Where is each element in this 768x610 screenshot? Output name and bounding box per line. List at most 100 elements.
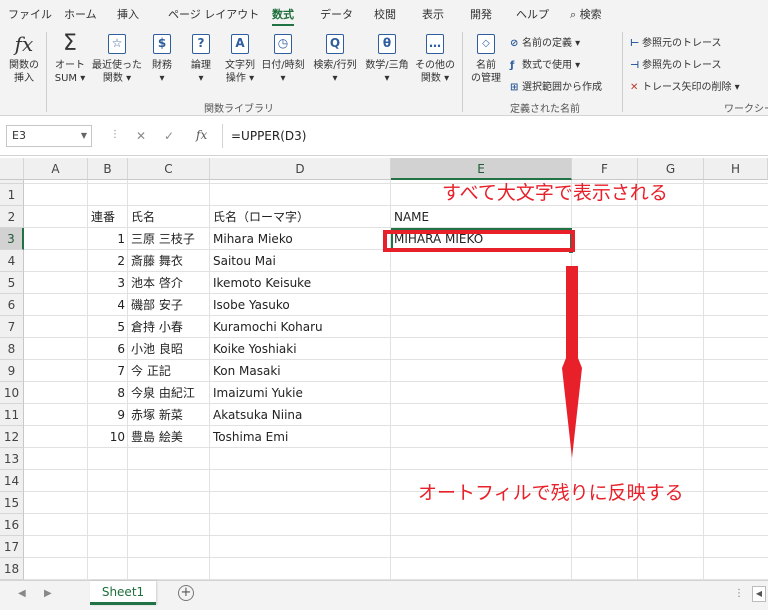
financial-icon-glyph: $	[153, 34, 171, 54]
ribbon-separator	[462, 32, 463, 112]
use-in-formula-label: 数式で使用 ▾	[522, 60, 581, 71]
search-label: 検索	[579, 8, 602, 21]
clock-icon: ◷	[271, 32, 295, 56]
down-arrow-annotation	[562, 266, 582, 458]
menu-bar: ファイル ホーム 挿入 ページ レイアウト 数式 データ 校閲 表示 開発 ヘル…	[0, 0, 768, 27]
enter-icon[interactable]: ✓	[164, 129, 174, 143]
sigma-icon: Σ	[63, 31, 77, 56]
trace-precedents-button[interactable]: ⊢ 参照元のトレース	[630, 34, 722, 49]
date-time-button[interactable]: ◷ 日付/時刻 ▾	[259, 32, 307, 85]
sheet-tab-bar: ◀ ▶ Sheet1 + ⋮ ◀	[0, 580, 768, 610]
insert-function-icon[interactable]: fx	[196, 128, 207, 142]
define-name-label: 名前の定義 ▾	[522, 38, 581, 49]
math-icon: θ	[375, 32, 399, 56]
formula-input[interactable]: =UPPER(D3)	[222, 124, 768, 148]
lookup-label-2: ▾	[332, 73, 338, 84]
name-manager-icon: ◇	[474, 32, 498, 56]
down-arrow-shape	[562, 266, 582, 458]
define-name-icon: ⊘	[510, 38, 519, 49]
more-functions-button[interactable]: … その他の 関数 ▾	[414, 32, 456, 85]
text-icon: A	[228, 32, 252, 56]
menu-file[interactable]: ファイル	[8, 6, 52, 22]
menu-insert[interactable]: 挿入	[117, 6, 139, 22]
menu-home[interactable]: ホーム	[64, 6, 97, 22]
add-sheet-icon[interactable]: +	[178, 585, 194, 601]
formula-auditing-group-label: ワークシー	[724, 104, 768, 115]
trace-dependents-icon: ⊣	[630, 60, 640, 71]
name-manager-button[interactable]: ◇ 名前 の管理	[468, 32, 504, 85]
fx-icon: fx	[14, 32, 34, 56]
lookup-reference-button[interactable]: Q 検索/行列 ▾	[310, 32, 360, 85]
chevron-down-icon[interactable]: ▼	[81, 126, 87, 146]
create-from-selection-button[interactable]: ⊞ 選択範囲から作成	[510, 78, 602, 93]
scroll-right-icon[interactable]: ▶	[44, 588, 52, 599]
trace-dependents-label: 参照先のトレース	[642, 60, 722, 71]
remove-arrows-button[interactable]: ✕ トレース矢印の削除 ▾	[630, 78, 740, 93]
trace-precedents-icon: ⊢	[630, 38, 640, 49]
ribbon: fx 関数の 挿入 Σ オート SUM ▾ ☆ 最近使った 関数 ▾ $ 財務 …	[0, 26, 768, 116]
logical-icon: ?	[189, 32, 213, 56]
name-box-value: E3	[12, 129, 26, 142]
math-trig-label-2: ▾	[384, 73, 390, 84]
annotation-uppercase: すべて大文字で表示される	[442, 182, 668, 204]
date-time-label-1: 日付/時刻	[261, 60, 305, 71]
horizontal-scroll-left-icon[interactable]: ◀	[752, 586, 766, 602]
ribbon-separator	[46, 32, 47, 112]
financial-label-1: 財務	[152, 60, 172, 71]
menu-data[interactable]: データ	[320, 6, 353, 22]
formula-bar: E3 ▼ ⋮ ✕ ✓ fx =UPPER(D3)	[0, 116, 768, 156]
name-manager-label-2: の管理	[471, 73, 501, 84]
logical-label-2: ▾	[198, 73, 204, 84]
name-box[interactable]: E3 ▼	[6, 125, 92, 147]
tab-scroll-menu-icon[interactable]: ⋮	[734, 588, 744, 599]
define-name-button[interactable]: ⊘ 名前の定義 ▾	[510, 34, 580, 49]
recently-used-label-2: 関数 ▾	[102, 73, 132, 84]
lookup-icon-glyph: Q	[326, 34, 344, 54]
use-in-formula-icon: ƒ	[510, 60, 515, 71]
logical-icon-glyph: ?	[192, 34, 210, 54]
menu-help[interactable]: ヘルプ	[516, 6, 549, 22]
financial-button[interactable]: $ 財務 ▾	[147, 32, 177, 85]
math-trig-label-1: 数学/三角	[365, 60, 409, 71]
function-library-group-label: 関数ライブラリ	[204, 104, 274, 115]
name-manager-label-1: 名前	[476, 60, 496, 71]
cancel-icon[interactable]: ✕	[136, 129, 146, 143]
create-from-selection-icon: ⊞	[510, 82, 519, 93]
more-options-icon: ⋮	[110, 129, 120, 140]
insert-function-label-1: 関数の	[9, 60, 39, 71]
trace-dependents-button[interactable]: ⊣ 参照先のトレース	[630, 56, 722, 71]
defined-names-group-label: 定義された名前	[510, 104, 580, 115]
insert-function-label-2: 挿入	[14, 73, 34, 84]
insert-function-button[interactable]: fx 関数の 挿入	[6, 32, 42, 85]
scroll-left-icon[interactable]: ◀	[18, 588, 26, 599]
autosum-label-1: オート	[55, 60, 85, 71]
text-functions-label-2: 操作 ▾	[225, 73, 255, 84]
search-box[interactable]: ⌕ 検索	[570, 6, 602, 22]
recently-used-label-1: 最近使った	[92, 60, 142, 71]
sheet-tab[interactable]: Sheet1	[90, 581, 156, 605]
math-trig-button[interactable]: θ 数学/三角 ▾	[362, 32, 412, 85]
menu-page-layout[interactable]: ページ レイアウト	[168, 6, 259, 22]
menu-view[interactable]: 表示	[422, 6, 444, 22]
logical-button[interactable]: ? 論理 ▾	[186, 32, 216, 85]
recently-used-button[interactable]: ☆ 最近使った 関数 ▾	[90, 32, 144, 85]
autosum-button[interactable]: Σ オート SUM ▾	[52, 32, 88, 85]
clock-icon-glyph: ◷	[274, 34, 292, 54]
math-icon-glyph: θ	[378, 34, 396, 54]
menu-review[interactable]: 校閲	[374, 6, 396, 22]
remove-arrows-icon: ✕	[630, 82, 639, 93]
menu-formulas[interactable]: 数式	[272, 6, 294, 27]
menu-developer[interactable]: 開発	[470, 6, 492, 22]
trace-precedents-label: 参照元のトレース	[642, 38, 722, 49]
text-functions-label-1: 文字列	[225, 60, 255, 71]
financial-label-2: ▾	[159, 73, 165, 84]
annotation-autofill: オートフィルで残りに反映する	[418, 482, 684, 504]
text-functions-button[interactable]: A 文字列 操作 ▾	[220, 32, 260, 85]
date-time-label-2: ▾	[280, 73, 286, 84]
remove-arrows-label: トレース矢印の削除 ▾	[642, 82, 740, 93]
use-in-formula-button[interactable]: ƒ 数式で使用 ▾	[510, 56, 580, 71]
ribbon-separator	[622, 32, 623, 112]
star-icon-glyph: ☆	[108, 34, 126, 54]
more-functions-icon-glyph: …	[426, 34, 444, 54]
more-functions-label-1: その他の	[415, 60, 455, 71]
